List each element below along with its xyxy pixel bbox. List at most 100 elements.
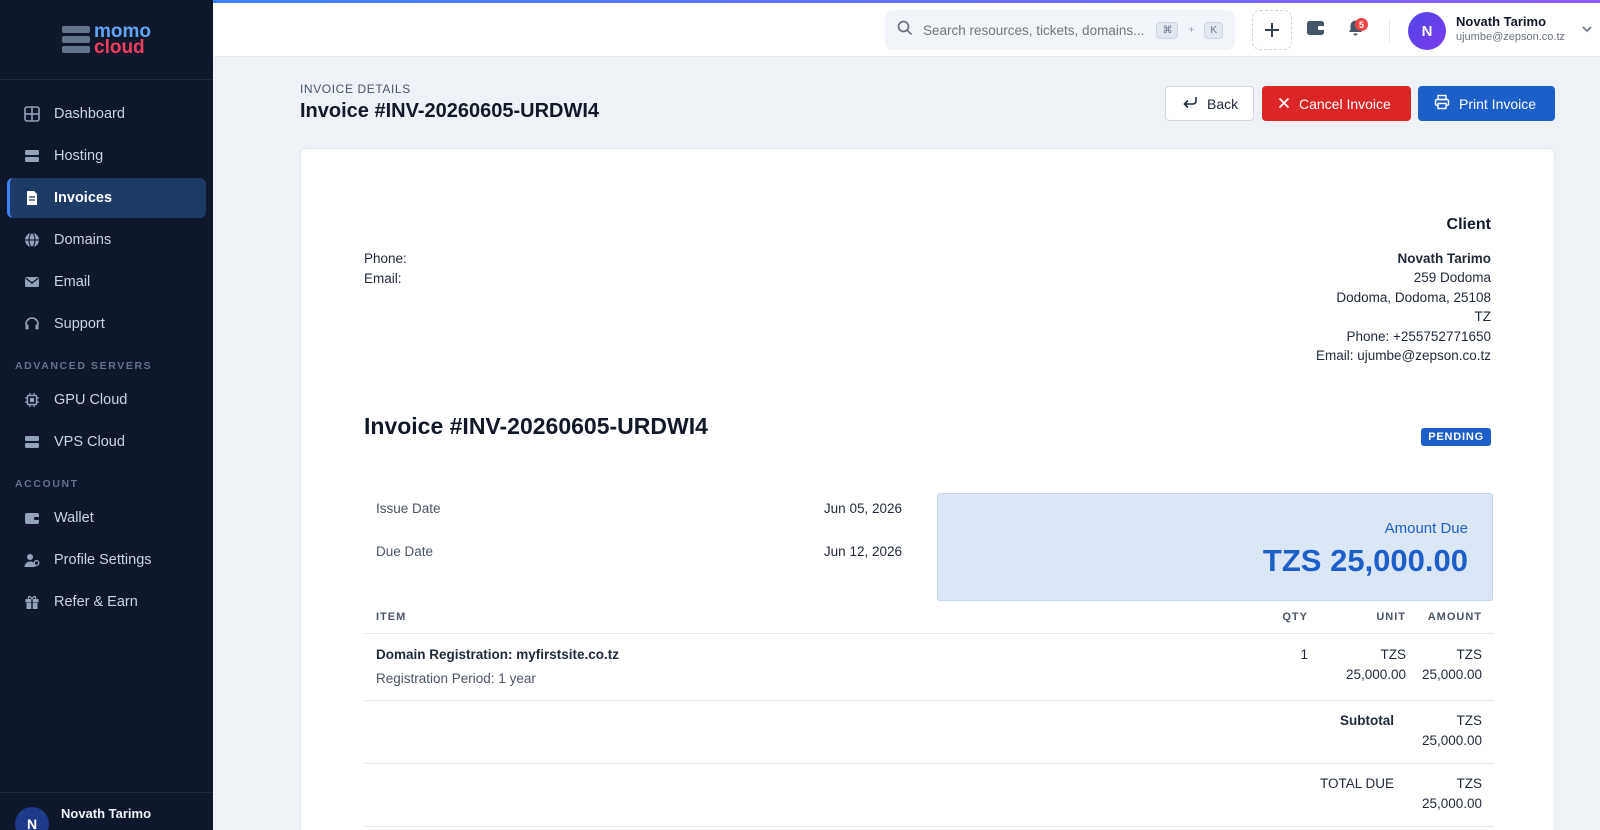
- issue-date-row: Issue Date Jun 05, 2026: [364, 487, 914, 530]
- sidebar-item-domains[interactable]: Domains: [7, 220, 206, 260]
- client-name: Novath Tarimo: [1397, 250, 1491, 266]
- due-date-row: Due Date Jun 12, 2026: [364, 530, 914, 573]
- item-cell: Domain Registration: myfirstsite.co.tz R…: [364, 645, 1258, 700]
- sidebar-item-label: Invoices: [54, 190, 113, 206]
- search-box[interactable]: ⌘ + K: [885, 10, 1235, 50]
- wallet-icon: [1306, 19, 1325, 41]
- logo-mark: momo cloud: [62, 22, 151, 58]
- top-bar: ⌘ + K 5 N Novath Tarimo ujumbe@zepson.co…: [213, 3, 1600, 57]
- column-header-unit: UNIT: [1376, 611, 1406, 623]
- notification-count-badge: 5: [1355, 18, 1368, 31]
- user-avatar[interactable]: N: [1408, 12, 1446, 50]
- wallet-button[interactable]: [1295, 10, 1335, 50]
- print-invoice-button[interactable]: Print Invoice: [1418, 86, 1555, 121]
- notifications-button[interactable]: 5: [1335, 10, 1375, 50]
- page-subtitle: INVOICE DETAILS: [300, 82, 411, 96]
- sidebar-item-label: GPU Cloud: [54, 392, 128, 408]
- globe-icon: [23, 232, 40, 249]
- invoice-icon: [23, 190, 40, 207]
- sidebar-item-refer-earn[interactable]: Refer & Earn: [7, 582, 206, 622]
- sidebar-user[interactable]: N Novath Tarimo: [0, 792, 213, 830]
- column-header-qty: QTY: [1282, 611, 1308, 623]
- status-badge: PENDING: [1421, 428, 1491, 446]
- chevron-down-icon[interactable]: [1581, 22, 1593, 40]
- sidebar-item-email[interactable]: Email: [7, 262, 206, 302]
- cancel-invoice-button[interactable]: Cancel Invoice: [1262, 86, 1411, 121]
- unit-currency: TZS: [1380, 647, 1407, 662]
- total-currency: TZS: [1456, 776, 1483, 791]
- company-contact: Phone: Email:: [364, 249, 407, 288]
- avatar: N: [15, 807, 49, 830]
- due-date-label: Due Date: [376, 544, 434, 559]
- server-icon: [23, 148, 40, 165]
- sidebar-item-dashboard[interactable]: Dashboard: [7, 94, 206, 134]
- brand-logo[interactable]: momo cloud: [0, 0, 213, 80]
- cancel-invoice-label: Cancel Invoice: [1299, 95, 1391, 112]
- total-due-value: TZS 25,000.00: [1406, 774, 1494, 826]
- sidebar-nav: Dashboard Hosting Invoices Domains Email…: [0, 80, 213, 622]
- invoice-card: Phone: Email: Client Novath Tarimo 259 D…: [300, 148, 1555, 830]
- client-address-line: Dodoma, Dodoma, 25108: [1336, 289, 1491, 305]
- table-row: Domain Registration: myfirstsite.co.tz R…: [364, 634, 1494, 701]
- logo-text: momo cloud: [94, 22, 151, 58]
- shortcut-plus: +: [1188, 24, 1195, 36]
- divider: [1389, 20, 1390, 42]
- unit-value: 25,000.00: [1345, 666, 1406, 682]
- sidebar-item-support[interactable]: Support: [7, 304, 206, 344]
- sidebar-item-label: Profile Settings: [54, 552, 152, 568]
- search-input[interactable]: [923, 22, 1147, 38]
- close-icon: [1278, 96, 1290, 112]
- sidebar-item-label: Hosting: [54, 148, 104, 164]
- amount-currency: TZS: [1456, 647, 1483, 662]
- sidebar-item-gpu-cloud[interactable]: GPU Cloud: [7, 380, 206, 420]
- total-amount: 25,000.00: [1421, 795, 1482, 811]
- invoice-items-table: ITEM QTY UNIT AMOUNT Domain Registration…: [364, 601, 1494, 827]
- client-heading: Client: [1446, 216, 1491, 233]
- sidebar-item-label: Dashboard: [54, 106, 125, 122]
- server-icon: [23, 434, 40, 451]
- client-email: Email: ujumbe@zepson.co.tz: [1315, 348, 1491, 363]
- headset-icon: [23, 316, 40, 333]
- sidebar-item-profile-settings[interactable]: Profile Settings: [7, 540, 206, 580]
- sidebar-user-name: Novath Tarimo: [61, 806, 152, 821]
- shortcut-key: K: [1204, 21, 1223, 39]
- dashboard-icon: [23, 106, 40, 123]
- item-qty: 1: [1300, 647, 1308, 662]
- back-button-label: Back: [1207, 95, 1239, 112]
- item-amount: TZS 25,000.00: [1406, 645, 1494, 700]
- printer-icon: [1434, 94, 1450, 113]
- sidebar-item-label: Email: [54, 274, 91, 290]
- user-email: ujumbe@zepson.co.tz: [1456, 31, 1566, 43]
- client-phone: Phone: +255752771650: [1346, 328, 1491, 344]
- create-new-button[interactable]: [1252, 10, 1292, 50]
- issue-date-value: Jun 05, 2026: [823, 501, 902, 516]
- sidebar-item-vps-cloud[interactable]: VPS Cloud: [7, 422, 206, 462]
- sidebar-item-wallet[interactable]: Wallet: [7, 498, 206, 538]
- issue-date-label: Issue Date: [376, 501, 441, 516]
- due-date-value: Jun 12, 2026: [823, 544, 902, 559]
- client-block: Client Novath Tarimo 259 Dodoma Dodoma, …: [1316, 215, 1491, 366]
- wallet-icon: [23, 510, 40, 527]
- return-arrow-icon: [1182, 95, 1198, 112]
- subtotal-amount: 25,000.00: [1421, 732, 1482, 748]
- sidebar-item-invoices[interactable]: Invoices: [7, 178, 206, 218]
- section-heading-advanced: ADVANCED SERVERS: [15, 360, 153, 372]
- user-menu[interactable]: Novath Tarimo ujumbe@zepson.co.tz: [1456, 14, 1565, 43]
- shortcut-key: ⌘: [1156, 21, 1179, 39]
- subtotal-value: TZS 25,000.00: [1406, 711, 1494, 763]
- section-heading-account: ACCOUNT: [15, 478, 79, 490]
- user-cog-icon: [23, 552, 40, 569]
- back-button[interactable]: Back: [1165, 86, 1254, 121]
- company-email-label: Email:: [364, 270, 402, 286]
- plus-icon: [1263, 15, 1281, 46]
- subtotal-label: Subtotal: [1340, 713, 1394, 728]
- print-invoice-label: Print Invoice: [1459, 95, 1537, 112]
- item-name: Domain Registration: myfirstsite.co.tz: [376, 647, 620, 662]
- item-unit-price: TZS 25,000.00: [1318, 645, 1406, 700]
- sidebar-item-hosting[interactable]: Hosting: [7, 136, 206, 176]
- logo-line-2: cloud: [94, 36, 145, 58]
- invoice-dates: Issue Date Jun 05, 2026 Due Date Jun 12,…: [364, 487, 914, 573]
- chip-icon: [23, 392, 40, 409]
- item-description: Registration Period: 1 year: [376, 670, 536, 686]
